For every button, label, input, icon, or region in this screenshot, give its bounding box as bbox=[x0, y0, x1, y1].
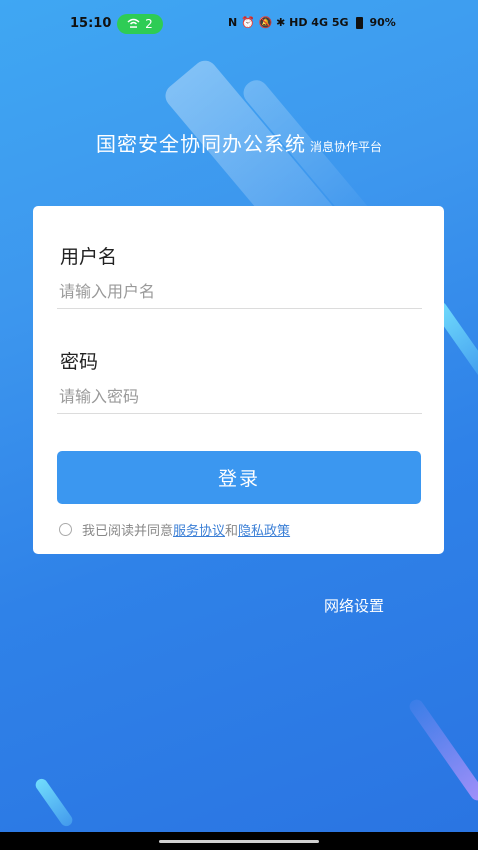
agreement-radio[interactable] bbox=[59, 523, 72, 536]
wifi-hotspot-indicator: 2 bbox=[117, 14, 163, 34]
password-label: 密码 bbox=[60, 351, 99, 373]
status-icons-text: N ⏰ 🔕 ✱ HD 4G 5G bbox=[228, 16, 349, 29]
login-card: 用户名 密码 登录 我已阅读并同意 服务协议 和 隐私政策 bbox=[33, 206, 444, 554]
username-label: 用户名 bbox=[60, 246, 118, 268]
password-input[interactable] bbox=[57, 379, 422, 414]
battery-percent: 90% bbox=[369, 16, 396, 29]
battery-icon bbox=[355, 16, 363, 29]
app-header: 国密安全协同办公系统 消息协作平台 bbox=[0, 128, 478, 157]
agreement-row: 我已阅读并同意 服务协议 和 隐私政策 bbox=[59, 520, 290, 539]
status-bar: 15:10 2 N ⏰ 🔕 ✱ HD 4G 5G 90% bbox=[0, 0, 478, 48]
agreement-prefix: 我已阅读并同意 bbox=[82, 524, 174, 539]
wifi-icon bbox=[127, 17, 140, 31]
network-settings-link[interactable]: 网络设置 bbox=[324, 595, 384, 616]
privacy-policy-link[interactable]: 隐私政策 bbox=[238, 520, 290, 539]
username-input[interactable] bbox=[57, 274, 422, 309]
login-button[interactable]: 登录 bbox=[57, 451, 421, 504]
decorative-streak bbox=[33, 776, 75, 829]
app-subtitle: 消息协作平台 bbox=[309, 140, 382, 154]
app-title: 国密安全协同办公系统 bbox=[95, 132, 306, 156]
system-navigation-bar bbox=[0, 832, 478, 850]
status-time: 15:10 bbox=[70, 16, 112, 31]
login-screen: 15:10 2 N ⏰ 🔕 ✱ HD 4G 5G 90% 国密安全协同办公系统消… bbox=[0, 0, 478, 850]
agreement-and: 和 bbox=[225, 524, 239, 539]
service-agreement-link[interactable]: 服务协议 bbox=[173, 520, 225, 539]
wifi-count: 2 bbox=[145, 17, 153, 31]
decorative-streak bbox=[406, 696, 478, 804]
status-icons: N ⏰ 🔕 ✱ HD 4G 5G 90% bbox=[228, 16, 396, 29]
home-indicator[interactable] bbox=[159, 840, 319, 843]
